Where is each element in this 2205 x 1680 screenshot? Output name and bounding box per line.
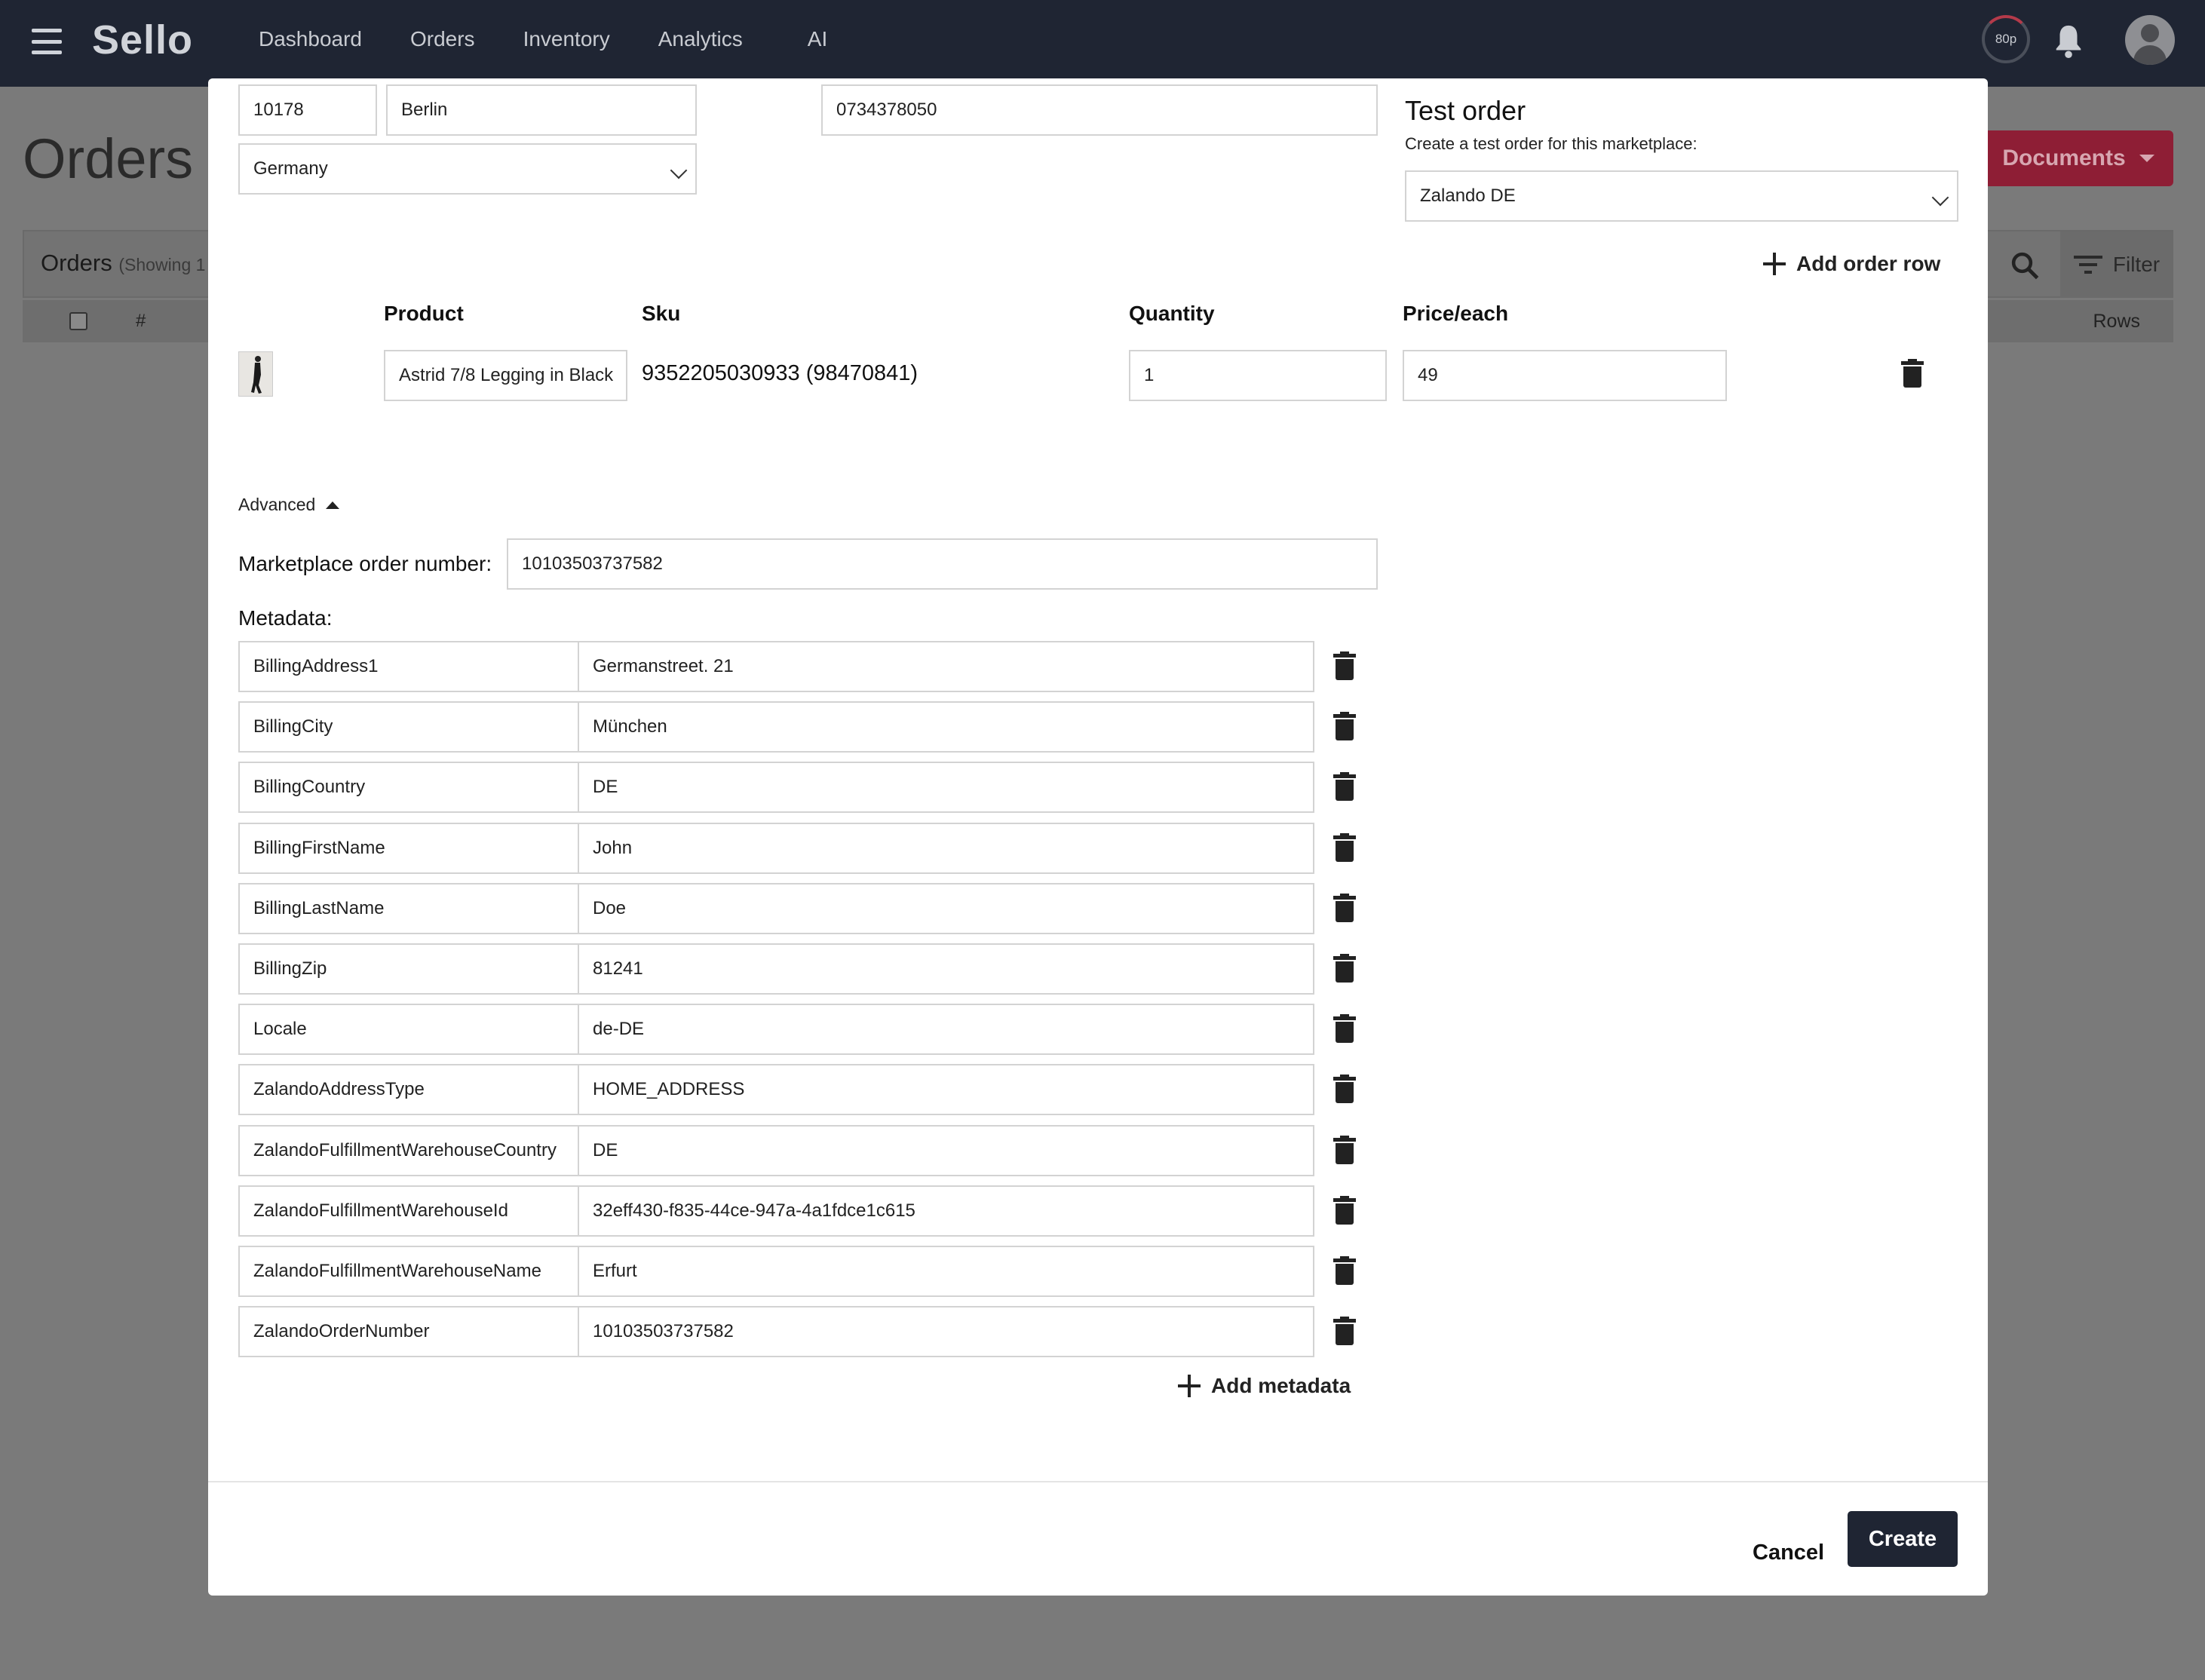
delete-metadata-icon[interactable] [1333,1317,1356,1345]
app-logo[interactable]: Sello [92,17,193,63]
metadata-key-input[interactable]: ZalandoOrderNumber [238,1306,579,1357]
test-order-subtitle: Create a test order for this marketplace… [1405,134,1697,153]
top-navbar: Sello Dashboard Orders Inventory Analyti… [0,0,2205,87]
delete-metadata-icon[interactable] [1333,833,1356,862]
metadata-key-input[interactable]: ZalandoFulfillmentWarehouseCountry [238,1125,579,1176]
delete-metadata-icon[interactable] [1333,954,1356,983]
modal-footer-divider [208,1481,1988,1482]
add-metadata-label: Add metadata [1211,1374,1351,1397]
bell-icon[interactable] [2051,23,2086,60]
metadata-value-input[interactable]: Erfurt [578,1246,1314,1297]
marketplace-order-number-input[interactable]: 10103503737582 [507,538,1378,590]
filter-button[interactable]: Filter [2060,231,2173,298]
country-select-value: Germany [253,158,328,179]
product-input[interactable]: Astrid 7/8 Legging in Black [384,350,627,401]
marketplace-order-label: Marketplace order number: [238,552,492,575]
metadata-label: Metadata: [238,606,333,630]
chevron-up-icon [326,501,340,509]
nav-analytics[interactable]: Analytics [658,27,743,51]
metadata-key-input[interactable]: ZalandoAddressType [238,1064,579,1115]
marketplace-select-value: Zalando DE [1420,185,1516,206]
metadata-key-input[interactable]: ZalandoFulfillmentWarehouseId [238,1185,579,1237]
column-number: # [136,311,146,331]
metadata-value-input[interactable]: HOME_ADDRESS [578,1064,1314,1115]
city-input[interactable]: Berlin [386,84,697,136]
nav-dashboard[interactable]: Dashboard [259,27,362,51]
select-all-checkbox[interactable] [69,312,87,330]
orders-bar-count: (Showing 1 [118,255,206,274]
column-product: Product [384,302,464,325]
nav-ai[interactable]: AI [808,27,827,51]
delete-metadata-icon[interactable] [1333,1256,1356,1285]
page-title: Orders [23,127,194,190]
create-order-modal: 10178 Berlin 0734378050 Germany Test ord… [208,78,1988,1596]
test-order-title: Test order [1405,95,1526,126]
add-metadata-button[interactable]: Add metadata [1178,1369,1351,1403]
metadata-value-input[interactable]: John [578,823,1314,874]
nav-orders[interactable]: Orders [410,27,475,51]
metadata-value-input[interactable]: 81241 [578,943,1314,995]
delete-metadata-icon[interactable] [1333,1196,1356,1225]
search-icon[interactable] [2009,250,2041,281]
product-thumbnail [238,351,273,397]
timer-badge[interactable]: 80p [1982,15,2030,63]
delete-metadata-icon[interactable] [1333,1075,1356,1103]
metadata-key-input[interactable]: ZalandoFulfillmentWarehouseName [238,1246,579,1297]
column-quantity: Quantity [1129,302,1215,325]
zip-input[interactable]: 10178 [238,84,377,136]
documents-button-label: Documents [2002,146,2126,170]
delete-metadata-icon[interactable] [1333,1136,1356,1164]
delete-metadata-icon[interactable] [1333,894,1356,922]
sku-value: 9352205030933 (98470841) [642,361,918,385]
metadata-value-input[interactable]: 10103503737582 [578,1306,1314,1357]
metadata-value-input[interactable]: DE [578,1125,1314,1176]
metadata-value-input[interactable]: 32eff430-f835-44ce-947a-4a1fdce1c615 [578,1185,1314,1237]
add-order-row-label: Add order row [1796,252,1941,275]
orders-bar-title: Orders (Showing 1 [41,250,205,277]
chevron-down-icon [2139,155,2154,162]
filter-icon [2073,256,2102,274]
column-sku: Sku [642,302,681,325]
create-button[interactable]: Create [1848,1511,1958,1567]
metadata-value-input[interactable]: DE [578,762,1314,813]
delete-row-icon[interactable] [1901,359,1924,388]
price-input[interactable]: 49 [1403,350,1727,401]
metadata-value-input[interactable]: Doe [578,883,1314,934]
advanced-label: Advanced [238,495,316,514]
delete-metadata-icon[interactable] [1333,651,1356,680]
column-price: Price/each [1403,302,1509,325]
quantity-input[interactable]: 1 [1129,350,1387,401]
marketplace-select[interactable]: Zalando DE [1405,170,1958,222]
avatar[interactable] [2125,15,2175,65]
filter-label: Filter [2112,253,2161,276]
metadata-key-input[interactable]: BillingCity [238,701,579,753]
phone-input[interactable]: 0734378050 [821,84,1378,136]
chevron-down-icon [670,161,688,179]
delete-metadata-icon[interactable] [1333,1014,1356,1043]
delete-metadata-icon[interactable] [1333,772,1356,801]
rows-selector[interactable]: Rows [2093,311,2140,333]
delete-metadata-icon[interactable] [1333,712,1356,740]
metadata-key-input[interactable]: BillingAddress1 [238,641,579,692]
metadata-key-input[interactable]: BillingZip [238,943,579,995]
metadata-key-input[interactable]: Locale [238,1004,579,1055]
cancel-button[interactable]: Cancel [1753,1525,1824,1580]
metadata-key-input[interactable]: BillingFirstName [238,823,579,874]
documents-button[interactable]: Documents [1983,130,2173,186]
plus-icon [1178,1375,1201,1397]
orders-bar-title-text: Orders [41,250,112,276]
country-select[interactable]: Germany [238,143,697,195]
plus-icon [1763,253,1786,275]
metadata-key-input[interactable]: BillingCountry [238,762,579,813]
metadata-value-input[interactable]: München [578,701,1314,753]
metadata-key-input[interactable]: BillingLastName [238,883,579,934]
add-order-row-button[interactable]: Add order row [1763,247,1940,281]
main-nav: Dashboard Orders Inventory Analytics AI [259,27,876,51]
metadata-value-input[interactable]: de-DE [578,1004,1314,1055]
menu-icon[interactable] [32,29,62,54]
chevron-down-icon [1931,189,1949,207]
advanced-toggle[interactable]: Advanced [238,495,340,515]
metadata-value-input[interactable]: Germanstreet. 21 [578,641,1314,692]
nav-inventory[interactable]: Inventory [523,27,610,51]
